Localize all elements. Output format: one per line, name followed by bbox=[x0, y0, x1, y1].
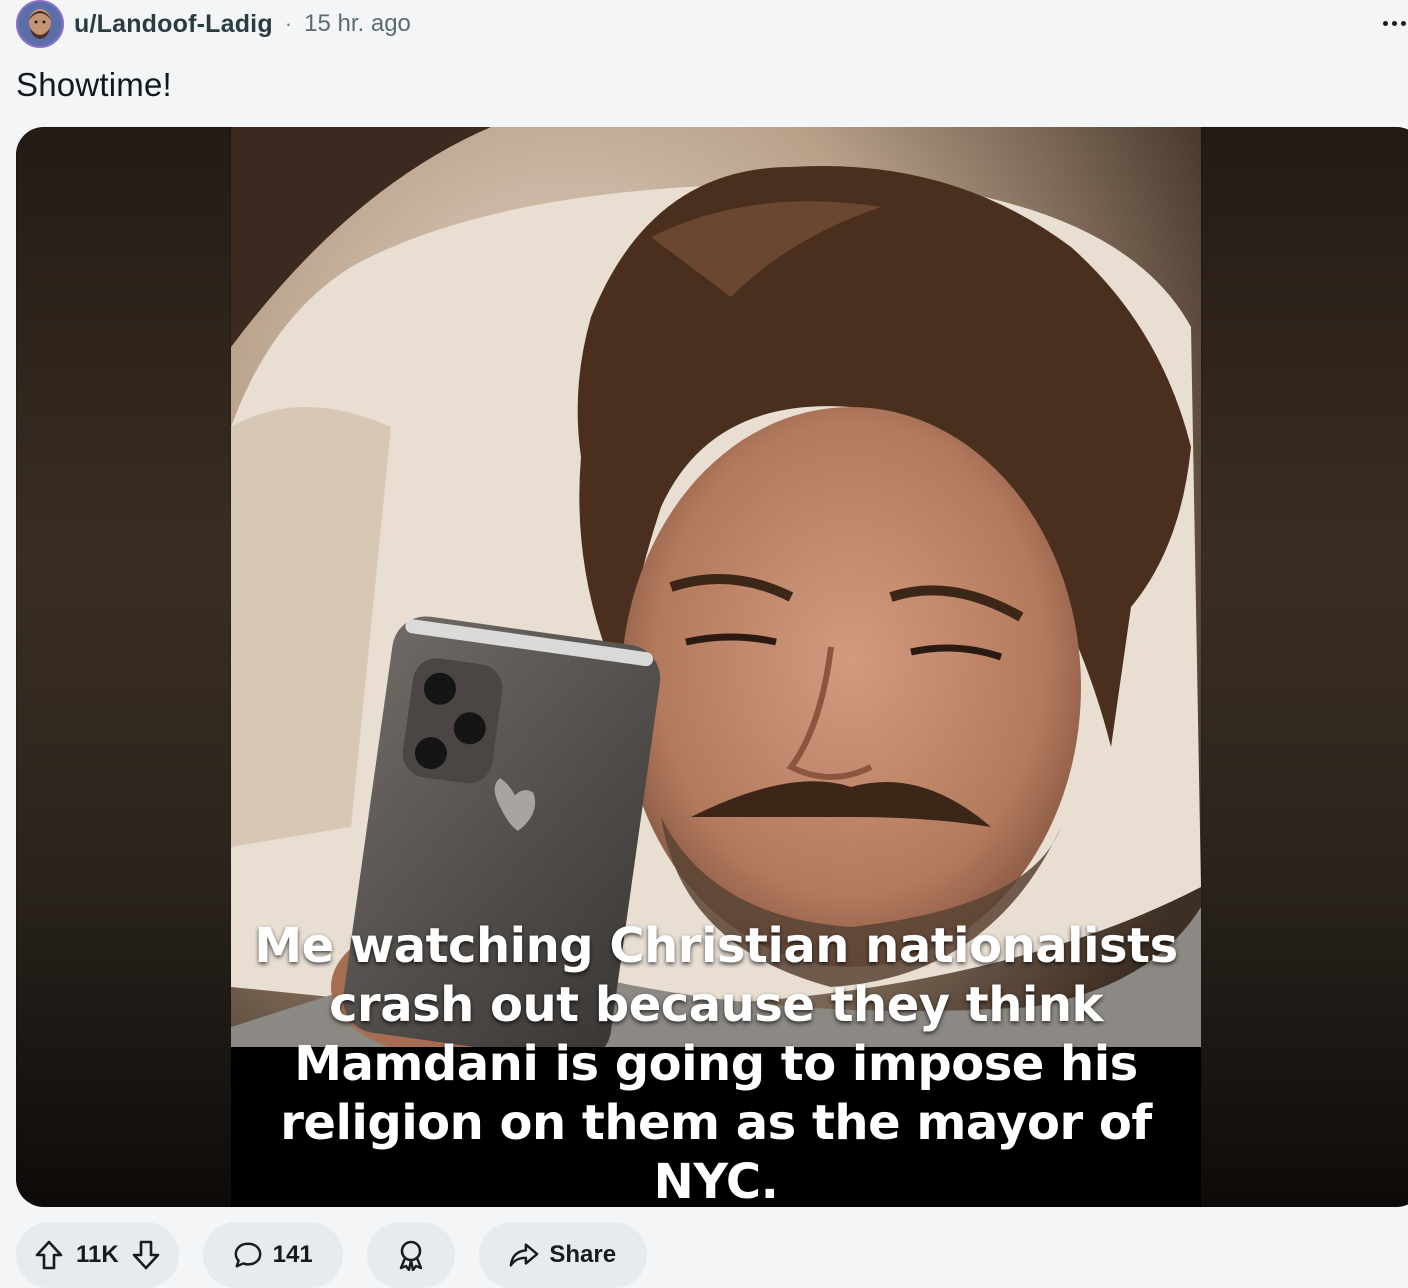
share-arrow-icon bbox=[509, 1240, 539, 1270]
post-header: u/Landoof-Ladig · 15 hr. ago bbox=[16, 0, 1408, 48]
arrow-up-icon[interactable] bbox=[34, 1240, 64, 1270]
speech-bubble-icon bbox=[233, 1240, 263, 1270]
avatar[interactable] bbox=[16, 0, 64, 48]
meme-image[interactable]: Me watching Christian nationalists crash… bbox=[231, 127, 1201, 1207]
post-timestamp: 15 hr. ago bbox=[304, 10, 411, 37]
share-button[interactable]: Share bbox=[478, 1222, 647, 1288]
meta-separator: · bbox=[284, 11, 293, 36]
author-username[interactable]: u/Landoof-Ladig bbox=[74, 10, 273, 39]
post-media[interactable]: Me watching Christian nationalists crash… bbox=[16, 127, 1408, 1207]
more-dot bbox=[1401, 20, 1406, 26]
media-blur-backdrop-right bbox=[1201, 127, 1408, 1207]
post-title[interactable]: Showtime! bbox=[16, 66, 172, 104]
share-label: Share bbox=[549, 1241, 617, 1268]
post-card: u/Landoof-Ladig · 15 hr. ago Showtime! M… bbox=[0, 0, 1408, 1288]
more-options-button[interactable] bbox=[1378, 8, 1408, 38]
vote-control: 11K bbox=[16, 1222, 179, 1288]
action-bar: 11K 141 Share bbox=[16, 1222, 647, 1288]
meme-caption: Me watching Christian nationalists crash… bbox=[254, 918, 1178, 1207]
award-button[interactable] bbox=[366, 1222, 455, 1288]
arrow-down-icon[interactable] bbox=[131, 1240, 161, 1270]
more-horizontal-icon bbox=[1383, 20, 1388, 26]
vote-score: 11K bbox=[76, 1241, 119, 1268]
media-blur-backdrop-left bbox=[16, 127, 231, 1207]
more-dot bbox=[1392, 20, 1397, 26]
comments-button[interactable]: 141 bbox=[202, 1222, 343, 1288]
comment-count: 141 bbox=[272, 1241, 313, 1268]
award-ribbon-icon bbox=[396, 1240, 426, 1271]
